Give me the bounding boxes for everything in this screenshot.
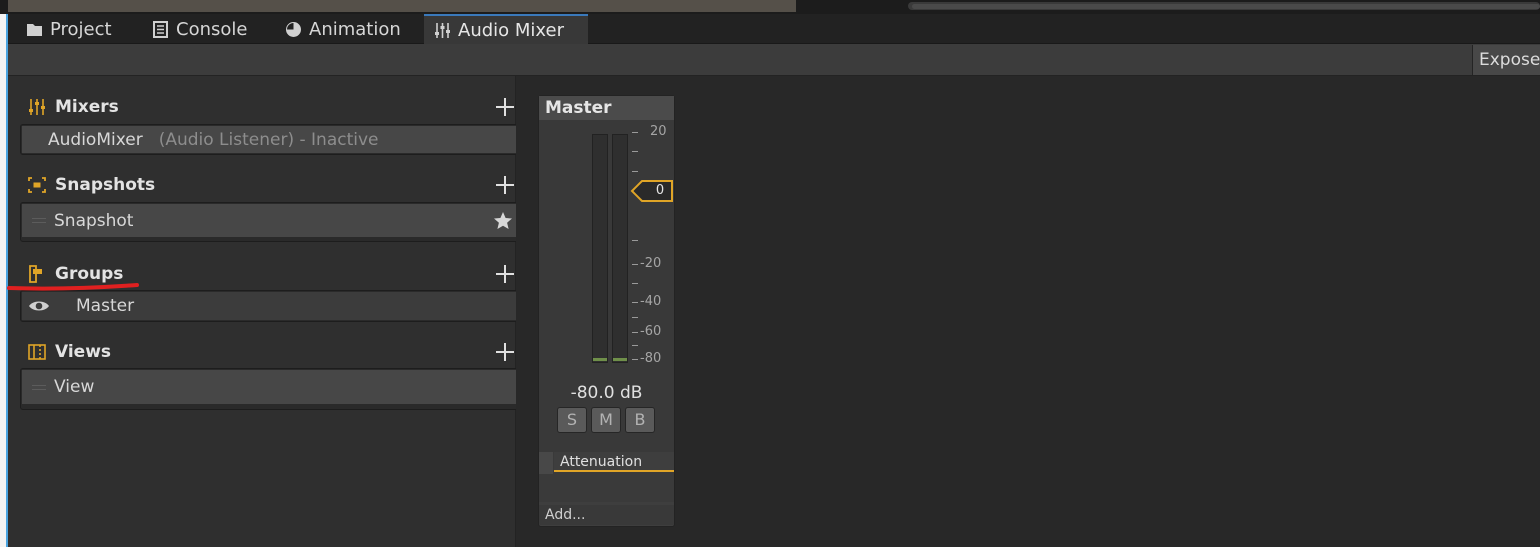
scale-tick bbox=[632, 317, 638, 318]
tab-audio-mixer[interactable]: Audio Mixer bbox=[424, 14, 588, 44]
scale-label-minus20: -20 bbox=[640, 256, 662, 271]
views-section-header: Views bbox=[28, 340, 111, 364]
db-readout: -80.0 dB bbox=[570, 383, 643, 403]
fader-value: 0 bbox=[655, 183, 665, 198]
add-snapshot-plus-icon[interactable] bbox=[494, 174, 516, 196]
audio-mixer-icon bbox=[29, 99, 45, 115]
mute-button[interactable]: M bbox=[591, 407, 621, 433]
mixers-section-header: Mixers bbox=[28, 95, 119, 119]
mixers-list: AudioMixer (Audio Listener) - Inactive bbox=[20, 124, 519, 155]
channel-strip-title[interactable]: Master bbox=[539, 96, 674, 120]
scale-tick bbox=[632, 302, 638, 303]
scale-tick bbox=[632, 359, 638, 360]
effect-drag-handle[interactable] bbox=[539, 452, 553, 474]
scale-tick bbox=[632, 264, 638, 265]
exposed-parameters-button[interactable]: Exposed bbox=[1472, 45, 1540, 75]
groups-list: Master bbox=[20, 290, 519, 322]
add-group-plus-icon[interactable] bbox=[494, 263, 516, 285]
editor-tab-bar: Project Console Animation Audio Mixer bbox=[8, 14, 1540, 44]
scale-tick bbox=[632, 171, 638, 172]
group-item-master[interactable]: Master bbox=[22, 292, 517, 320]
snapshot-item[interactable]: Snapshot bbox=[22, 204, 517, 237]
console-icon bbox=[153, 20, 168, 38]
meter-level-left bbox=[593, 358, 607, 361]
view-name: View bbox=[54, 377, 95, 397]
group-icon bbox=[29, 265, 42, 283]
star-icon[interactable] bbox=[493, 211, 513, 231]
snapshot-camera-icon bbox=[28, 177, 46, 193]
add-view-plus-icon[interactable] bbox=[494, 341, 516, 363]
scale-tick bbox=[632, 132, 638, 133]
views-icon bbox=[28, 344, 46, 360]
scene-preview bbox=[8, 0, 796, 12]
mixer-name: AudioMixer bbox=[48, 129, 143, 150]
tab-audio-mixer-label: Audio Mixer bbox=[458, 19, 564, 41]
mixers-title: Mixers bbox=[55, 97, 119, 117]
views-title: Views bbox=[55, 342, 112, 362]
level-meter-right bbox=[612, 134, 628, 363]
scale-label-minus80: -80 bbox=[640, 351, 662, 366]
view-item[interactable]: View bbox=[22, 370, 517, 404]
mixer-sidebar: Mixers AudioMixer (Audio Listener) - Ina… bbox=[8, 76, 519, 547]
eye-icon[interactable] bbox=[28, 299, 50, 313]
add-effect-button[interactable]: Add... bbox=[539, 505, 674, 525]
scale-tick bbox=[632, 240, 638, 241]
level-meter-left bbox=[592, 134, 608, 363]
group-name: Master bbox=[76, 296, 135, 316]
snapshots-list: Snapshot bbox=[20, 202, 519, 242]
groups-title: Groups bbox=[55, 264, 124, 284]
scale-tick bbox=[632, 151, 638, 152]
mixer-item-audiomixer[interactable]: AudioMixer (Audio Listener) - Inactive bbox=[22, 126, 517, 153]
background-window-edge bbox=[0, 14, 8, 547]
tab-console-label: Console bbox=[176, 18, 248, 40]
snapshots-title: Snapshots bbox=[55, 175, 156, 195]
bypass-effects-button[interactable]: B bbox=[625, 407, 655, 433]
scene-scrollbar-thumb[interactable] bbox=[912, 4, 1540, 9]
tab-animation[interactable]: Animation bbox=[275, 14, 420, 44]
drag-handle-icon[interactable] bbox=[32, 218, 46, 223]
scale-label-minus40: -40 bbox=[640, 294, 662, 309]
audio-mixer-icon bbox=[435, 22, 450, 38]
mixer-toolbar bbox=[8, 44, 1540, 76]
snapshots-section-header: Snapshots bbox=[28, 173, 155, 197]
scale-label-20: 20 bbox=[650, 124, 667, 139]
tab-console[interactable]: Console bbox=[142, 14, 272, 44]
effect-attenuation[interactable]: Attenuation bbox=[554, 452, 674, 472]
drag-handle-icon[interactable] bbox=[32, 384, 46, 390]
folder-icon bbox=[27, 23, 42, 36]
solo-button[interactable]: S bbox=[557, 407, 587, 433]
tab-project-label: Project bbox=[50, 18, 112, 40]
meter-level-right bbox=[613, 358, 627, 361]
scale-label-minus60: -60 bbox=[640, 324, 662, 339]
scale-tick bbox=[632, 283, 638, 284]
tab-project[interactable]: Project bbox=[16, 14, 136, 44]
views-list: View bbox=[20, 368, 519, 410]
animation-clock-icon bbox=[286, 21, 301, 37]
red-annotation-underline bbox=[7, 283, 139, 291]
scale-tick bbox=[632, 332, 638, 333]
add-mixer-plus-icon[interactable] bbox=[494, 96, 516, 118]
mixer-status: (Audio Listener) - Inactive bbox=[158, 129, 379, 150]
snapshot-name: Snapshot bbox=[54, 210, 134, 231]
tab-animation-label: Animation bbox=[309, 18, 401, 40]
scale-tick bbox=[632, 345, 638, 346]
